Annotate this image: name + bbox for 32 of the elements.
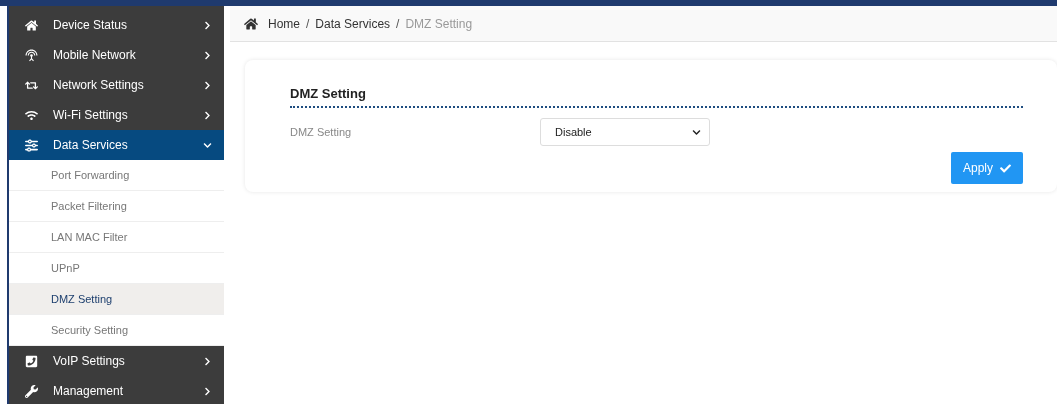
chevron-right-icon — [203, 386, 212, 396]
check-icon — [1000, 162, 1011, 174]
chevron-down-icon — [692, 127, 701, 137]
chevron-right-icon — [203, 50, 212, 60]
antenna-icon — [24, 48, 38, 62]
chevron-down-icon — [203, 140, 212, 150]
wrench-icon — [24, 384, 38, 398]
chevron-right-icon — [203, 20, 212, 30]
sliders-icon — [24, 138, 38, 152]
section-title: DMZ Setting — [290, 86, 1023, 108]
breadcrumb-link[interactable]: Home — [268, 16, 300, 31]
breadcrumb-link[interactable]: Data Services — [315, 16, 391, 31]
sidebar-item[interactable]: Network Settings — [9, 70, 224, 100]
chevron-right-icon — [203, 356, 212, 366]
sidebar-item[interactable]: VoIP Settings — [9, 346, 224, 376]
field-label: DMZ Setting — [290, 126, 353, 138]
dropdown-select[interactable]: Disable — [540, 118, 710, 146]
breadcrumb-current: DMZ Setting — [405, 16, 473, 31]
home-icon — [24, 18, 38, 32]
home-icon[interactable] — [244, 16, 258, 31]
breadcrumb-separator: / — [396, 16, 400, 31]
submenu-item[interactable]: DMZ Setting — [9, 284, 224, 315]
sidebar-item[interactable]: Device Status — [9, 10, 224, 40]
chevron-right-icon — [203, 80, 212, 90]
sidebar-item[interactable]: Management — [9, 376, 224, 404]
sidebar-item[interactable]: Data Services — [9, 130, 224, 160]
breadcrumb-separator: / — [306, 16, 310, 31]
phone-icon — [24, 354, 38, 368]
sidebar-item[interactable]: Mobile Network — [9, 40, 224, 70]
wifi-icon — [24, 108, 38, 122]
sidebar-item[interactable]: Wi-Fi Settings — [9, 100, 224, 130]
chevron-right-icon — [203, 110, 212, 120]
